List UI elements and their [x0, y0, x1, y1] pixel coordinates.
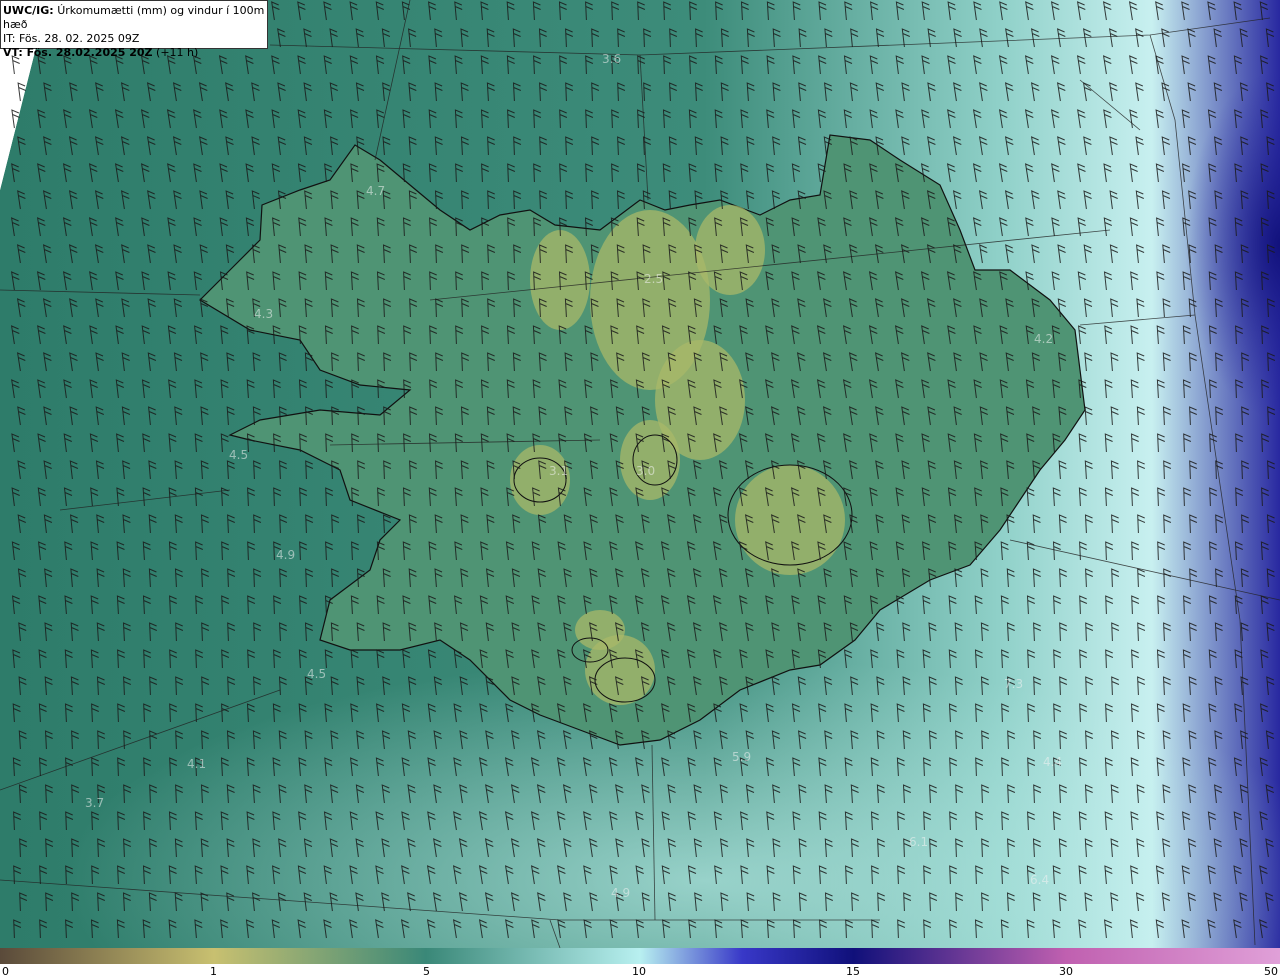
- colorbar-tick: 10: [632, 965, 646, 978]
- map-value: 3.7: [85, 796, 104, 810]
- map-value: 4.9: [276, 548, 295, 562]
- map-value: 3.6: [602, 52, 621, 66]
- colorbar-tick: 0: [2, 965, 9, 978]
- colorbar-tick: 15: [846, 965, 860, 978]
- colorbar: 0 1 5 10 15 30 50: [0, 948, 1280, 978]
- model-prefix: UWC/IG:: [3, 4, 54, 17]
- map-value: 6.4: [1030, 873, 1049, 887]
- colorbar-tick: 1: [210, 965, 217, 978]
- map-value: 4.5: [307, 667, 326, 681]
- precipitation-map: 3.6 4.7 2.5 4.3 4.2 4.5 3.1 3.0 4.9 4.5 …: [0, 0, 1280, 948]
- map-value: 4.2: [1034, 332, 1053, 346]
- map-value: 4.7: [366, 184, 385, 198]
- colorbar-tick: 5: [423, 965, 430, 978]
- colorbar-gradient: [0, 948, 1280, 964]
- map-value: 3.1: [549, 464, 568, 478]
- colorbar-tick: 50: [1264, 965, 1278, 978]
- valid-time: VT: Fös. 28.02.2025 20Z (+11 h): [3, 46, 267, 60]
- map-value: 4.3: [254, 307, 273, 321]
- map-value: 7.3: [1004, 677, 1023, 691]
- map-value: 6.1: [909, 835, 928, 849]
- valid-time-offset: (+11 h): [156, 46, 199, 59]
- map-title: UWC/IG: Úrkomumætti (mm) og vindur í 100…: [3, 4, 267, 32]
- map-value: 4.9: [611, 886, 630, 900]
- map-value: 5.9: [732, 750, 751, 764]
- map-info-box: UWC/IG: Úrkomumætti (mm) og vindur í 100…: [0, 0, 268, 59]
- map-value: 4.5: [229, 448, 248, 462]
- valid-time-main: VT: Fös. 28.02.2025 20Z: [3, 46, 153, 59]
- map-value: 4.1: [187, 757, 206, 771]
- map-value: 3.0: [636, 464, 655, 478]
- colorbar-tick: 30: [1059, 965, 1073, 978]
- map-value: 2.5: [644, 272, 663, 286]
- map-value: 4.4: [1043, 755, 1062, 769]
- init-time: IT: Fös. 28. 02. 2025 09Z: [3, 32, 140, 45]
